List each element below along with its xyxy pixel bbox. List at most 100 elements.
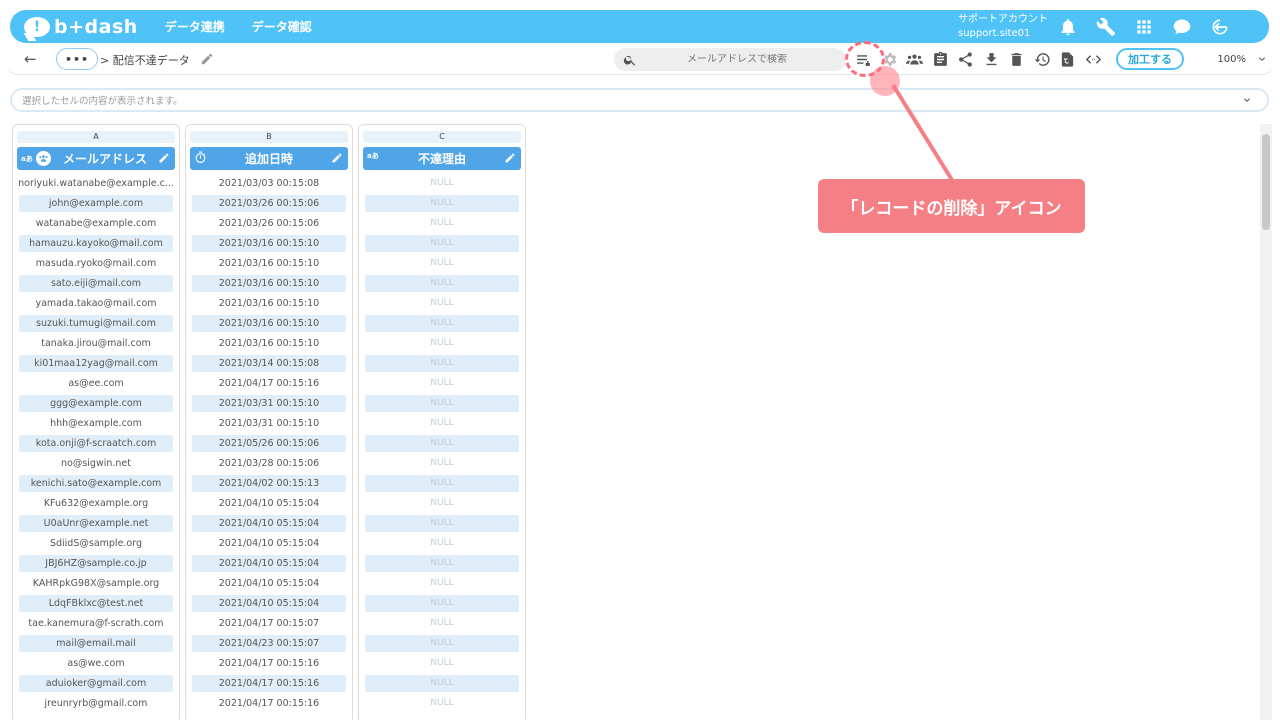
table-cell[interactable]: 2021/04/17 00:15:16: [192, 674, 346, 692]
cell-content-bar[interactable]: 選択したセルの内容が表示されます。: [10, 88, 1269, 112]
table-cell[interactable]: NULL: [365, 554, 519, 572]
table-cell[interactable]: kenichi.sato@example.com: [19, 474, 173, 492]
table-cell[interactable]: NULL: [365, 354, 519, 372]
download-icon[interactable]: [979, 47, 1005, 72]
table-cell[interactable]: hamauzu.kayoko@mail.com: [19, 234, 173, 252]
table-cell[interactable]: 2021/03/16 00:15:10: [192, 314, 346, 332]
column-header-added-date[interactable]: 追加日時: [190, 147, 348, 170]
table-cell[interactable]: NULL: [365, 573, 519, 593]
table-cell[interactable]: aduioker@gmail.com: [19, 674, 173, 692]
table-cell[interactable]: ggg@example.com: [19, 394, 173, 412]
zoom-select[interactable]: 100%: [1194, 48, 1268, 70]
table-cell[interactable]: 2021/03/03 00:15:08: [192, 173, 346, 193]
table-cell[interactable]: 2021/04/10 05:15:04: [192, 533, 346, 553]
bell-icon[interactable]: [1049, 10, 1087, 43]
column-header-bounce-reason[interactable]: aあ 不達理由: [363, 147, 521, 170]
table-cell[interactable]: tae.kanemura@f-scrath.com: [19, 613, 173, 633]
apps-grid-icon[interactable]: [1125, 10, 1163, 43]
table-cell[interactable]: 2021/04/10 05:15:04: [192, 594, 346, 612]
account-info[interactable]: サポートアカウント support.site01: [958, 13, 1048, 41]
logout-icon[interactable]: [1201, 10, 1239, 43]
table-cell[interactable]: 2021/03/31 00:15:10: [192, 394, 346, 412]
table-cell[interactable]: masuda.ryoko@mail.com: [19, 253, 173, 273]
edit-title-pencil-icon[interactable]: [200, 51, 214, 70]
table-cell[interactable]: NULL: [365, 314, 519, 332]
back-arrow-icon[interactable]: ←: [24, 50, 37, 68]
table-cell[interactable]: NULL: [365, 173, 519, 193]
nav-data-check[interactable]: データ確認: [252, 18, 312, 35]
table-cell[interactable]: kota.onji@f-scraatch.com: [19, 434, 173, 452]
column-edit-pencil-icon[interactable]: [158, 152, 170, 167]
table-cell[interactable]: 2021/04/17 00:15:16: [192, 373, 346, 393]
table-cell[interactable]: 2021/03/26 00:15:06: [192, 213, 346, 233]
share-icon[interactable]: [953, 47, 979, 72]
table-cell[interactable]: 2021/03/16 00:15:10: [192, 253, 346, 273]
table-cell[interactable]: 2021/03/26 00:15:06: [192, 194, 346, 212]
embed-code-icon[interactable]: [1081, 47, 1107, 72]
table-cell[interactable]: jreunryrb@gmail.com: [19, 693, 173, 713]
table-cell[interactable]: KAHRpkG98X@sample.org: [19, 573, 173, 593]
table-cell[interactable]: NULL: [365, 613, 519, 633]
table-cell[interactable]: mail@email.mail: [19, 634, 173, 652]
table-cell[interactable]: NULL: [365, 693, 519, 713]
table-cell[interactable]: tanaka.jirou@mail.com: [19, 333, 173, 353]
table-cell[interactable]: 2021/04/10 05:15:04: [192, 554, 346, 572]
table-cell[interactable]: 2021/04/23 00:15:07: [192, 634, 346, 652]
trash-icon[interactable]: [1004, 47, 1030, 72]
table-cell[interactable]: NULL: [365, 373, 519, 393]
table-cell[interactable]: 2021/03/16 00:15:10: [192, 293, 346, 313]
table-cell[interactable]: NULL: [365, 533, 519, 553]
table-cell[interactable]: NULL: [365, 293, 519, 313]
table-cell[interactable]: NULL: [365, 674, 519, 692]
restore-file-icon[interactable]: [1055, 47, 1081, 72]
table-cell[interactable]: NULL: [365, 434, 519, 452]
wrench-icon[interactable]: [1087, 10, 1125, 43]
table-cell[interactable]: 2021/03/16 00:15:10: [192, 274, 346, 292]
column-edit-pencil-icon[interactable]: [504, 152, 516, 167]
column-letter[interactable]: C: [363, 131, 521, 143]
table-cell[interactable]: watanabe@example.com: [19, 213, 173, 233]
clipboard-icon[interactable]: [928, 47, 954, 72]
table-cell[interactable]: 2021/03/16 00:15:10: [192, 333, 346, 353]
process-button[interactable]: 加工する: [1116, 48, 1184, 70]
table-cell[interactable]: LdqFBklxc@test.net: [19, 594, 173, 612]
table-cell[interactable]: NULL: [365, 453, 519, 473]
more-options-button[interactable]: •••: [56, 48, 98, 70]
table-cell[interactable]: 2021/05/26 00:15:06: [192, 434, 346, 452]
table-cell[interactable]: suzuki.tumugi@mail.com: [19, 314, 173, 332]
scrollbar-thumb[interactable]: [1262, 134, 1270, 230]
table-cell[interactable]: NULL: [365, 234, 519, 252]
column-edit-pencil-icon[interactable]: [331, 152, 343, 167]
table-cell[interactable]: ki01maa12yag@mail.com: [19, 354, 173, 372]
table-cell[interactable]: NULL: [365, 333, 519, 353]
nav-data-integration[interactable]: データ連携: [165, 18, 225, 35]
table-cell[interactable]: yamada.takao@mail.com: [19, 293, 173, 313]
vertical-scrollbar[interactable]: [1260, 124, 1272, 720]
table-cell[interactable]: NULL: [365, 274, 519, 292]
table-cell[interactable]: NULL: [365, 514, 519, 532]
column-letter[interactable]: A: [17, 131, 175, 143]
table-cell[interactable]: no@sigwin.net: [19, 453, 173, 473]
table-cell[interactable]: NULL: [365, 474, 519, 492]
table-cell[interactable]: 2021/04/17 00:15:07: [192, 613, 346, 633]
table-cell[interactable]: 2021/04/17 00:15:16: [192, 693, 346, 713]
table-cell[interactable]: NULL: [365, 213, 519, 233]
expand-chevron-icon[interactable]: [1241, 94, 1253, 109]
table-cell[interactable]: 2021/04/17 00:15:16: [192, 653, 346, 673]
column-letter[interactable]: B: [190, 131, 348, 143]
table-cell[interactable]: KFu632@example.org: [19, 493, 173, 513]
table-cell[interactable]: NULL: [365, 594, 519, 612]
table-cell[interactable]: NULL: [365, 653, 519, 673]
table-cell[interactable]: 2021/04/10 05:15:04: [192, 573, 346, 593]
table-cell[interactable]: 2021/04/02 00:15:13: [192, 474, 346, 492]
table-cell[interactable]: john@example.com: [19, 194, 173, 212]
search-input[interactable]: [642, 54, 832, 65]
support-chat-icon[interactable]: [1163, 10, 1201, 43]
table-cell[interactable]: 2021/03/28 00:15:06: [192, 453, 346, 473]
history-icon[interactable]: [1030, 47, 1056, 72]
table-cell[interactable]: 2021/03/14 00:15:08: [192, 354, 346, 372]
table-cell[interactable]: as@ee.com: [19, 373, 173, 393]
table-cell[interactable]: SdiidS@sample.org: [19, 533, 173, 553]
table-cell[interactable]: NULL: [365, 493, 519, 513]
table-cell[interactable]: as@we.com: [19, 653, 173, 673]
